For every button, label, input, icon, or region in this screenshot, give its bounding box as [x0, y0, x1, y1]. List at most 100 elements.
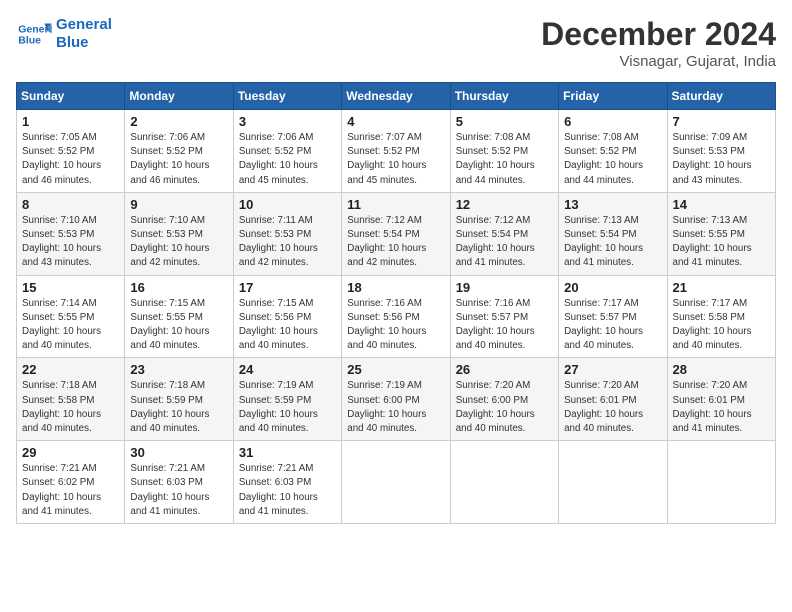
day-number: 5: [456, 114, 553, 129]
day-number: 3: [239, 114, 336, 129]
day-number: 25: [347, 362, 444, 377]
day-info: Sunrise: 7:16 AMSunset: 5:56 PMDaylight:…: [347, 297, 444, 354]
day-info: Sunrise: 7:12 AMSunset: 5:54 PMDaylight:…: [456, 214, 553, 271]
month-title: December 2024: [541, 16, 776, 53]
day-info: Sunrise: 7:12 AMSunset: 5:54 PMDaylight:…: [347, 214, 444, 271]
calendar-cell: 6 Sunrise: 7:08 AMSunset: 5:52 PMDaylight…: [559, 110, 667, 193]
day-info: Sunrise: 7:19 AMSunset: 5:59 PMDaylight:…: [239, 379, 336, 436]
day-number: 28: [673, 362, 770, 377]
calendar-cell: 17 Sunrise: 7:15 AMSunset: 5:56 PMDayligh…: [233, 275, 341, 358]
calendar-cell: 21 Sunrise: 7:17 AMSunset: 5:58 PMDayligh…: [667, 275, 775, 358]
day-number: 8: [22, 197, 119, 212]
day-info: Sunrise: 7:16 AMSunset: 5:57 PMDaylight:…: [456, 297, 553, 354]
calendar-cell: 9Sunrise: 7:10 AMSunset: 5:53 PMDaylight…: [125, 192, 233, 275]
calendar-cell: [450, 441, 558, 524]
calendar-cell: 25 Sunrise: 7:19 AMSunset: 6:00 PMDayligh…: [342, 358, 450, 441]
day-info: Sunrise: 7:15 AMSunset: 5:56 PMDaylight:…: [239, 297, 336, 354]
day-number: 4: [347, 114, 444, 129]
day-info: Sunrise: 7:17 AMSunset: 5:58 PMDaylight:…: [673, 297, 770, 354]
day-number: 23: [130, 362, 227, 377]
weekday-header-friday: Friday: [559, 83, 667, 110]
calendar-cell: 10 Sunrise: 7:11 AMSunset: 5:53 PMDayligh…: [233, 192, 341, 275]
calendar-cell: 28Sunrise: 7:20 AMSunset: 6:01 PMDayligh…: [667, 358, 775, 441]
day-info: Sunrise: 7:13 AMSunset: 5:55 PMDaylight:…: [673, 214, 770, 271]
day-info: Sunrise: 7:21 AMSunset: 6:02 PMDaylight:…: [22, 462, 119, 519]
calendar-cell: 14 Sunrise: 7:13 AMSunset: 5:55 PMDayligh…: [667, 192, 775, 275]
day-number: 24: [239, 362, 336, 377]
calendar: SundayMondayTuesdayWednesdayThursdayFrid…: [16, 82, 776, 524]
day-number: 22: [22, 362, 119, 377]
calendar-cell: [559, 441, 667, 524]
day-info: Sunrise: 7:05 AMSunset: 5:52 PMDaylight:…: [22, 131, 119, 188]
weekday-header-sunday: Sunday: [17, 83, 125, 110]
calendar-cell: 2 Sunrise: 7:06 AMSunset: 5:52 PMDaylight…: [125, 110, 233, 193]
day-number: 14: [673, 197, 770, 212]
calendar-cell: [667, 441, 775, 524]
calendar-cell: [342, 441, 450, 524]
weekday-header-tuesday: Tuesday: [233, 83, 341, 110]
day-number: 11: [347, 197, 444, 212]
calendar-cell: 7Sunrise: 7:09 AMSunset: 5:53 PMDaylight…: [667, 110, 775, 193]
calendar-cell: 26Sunrise: 7:20 AMSunset: 6:00 PMDayligh…: [450, 358, 558, 441]
day-number: 7: [673, 114, 770, 129]
day-number: 6: [564, 114, 661, 129]
day-number: 13: [564, 197, 661, 212]
weekday-header-saturday: Saturday: [667, 83, 775, 110]
day-info: Sunrise: 7:14 AMSunset: 5:55 PMDaylight:…: [22, 297, 119, 354]
calendar-cell: 12 Sunrise: 7:12 AMSunset: 5:54 PMDayligh…: [450, 192, 558, 275]
day-info: Sunrise: 7:19 AMSunset: 6:00 PMDaylight:…: [347, 379, 444, 436]
calendar-cell: 11 Sunrise: 7:12 AMSunset: 5:54 PMDayligh…: [342, 192, 450, 275]
day-number: 21: [673, 280, 770, 295]
page-header: General Blue GeneralBlue December 2024 V…: [16, 16, 776, 70]
day-info: Sunrise: 7:13 AMSunset: 5:54 PMDaylight:…: [564, 214, 661, 271]
calendar-cell: 30 Sunrise: 7:21 AMSunset: 6:03 PMDayligh…: [125, 441, 233, 524]
day-info: Sunrise: 7:11 AMSunset: 5:53 PMDaylight:…: [239, 214, 336, 271]
day-info: Sunrise: 7:18 AMSunset: 5:58 PMDaylight:…: [22, 379, 119, 436]
calendar-cell: 4 Sunrise: 7:07 AMSunset: 5:52 PMDaylight…: [342, 110, 450, 193]
logo-icon: General Blue: [16, 20, 52, 48]
logo-text: GeneralBlue: [56, 16, 112, 52]
calendar-cell: 20Sunrise: 7:17 AMSunset: 5:57 PMDayligh…: [559, 275, 667, 358]
day-info: Sunrise: 7:18 AMSunset: 5:59 PMDaylight:…: [130, 379, 227, 436]
logo: General Blue GeneralBlue: [16, 16, 112, 52]
calendar-cell: 23 Sunrise: 7:18 AMSunset: 5:59 PMDayligh…: [125, 358, 233, 441]
day-number: 19: [456, 280, 553, 295]
day-info: Sunrise: 7:08 AMSunset: 5:52 PMDaylight:…: [456, 131, 553, 188]
calendar-cell: 5 Sunrise: 7:08 AMSunset: 5:52 PMDaylight…: [450, 110, 558, 193]
day-number: 12: [456, 197, 553, 212]
day-number: 18: [347, 280, 444, 295]
calendar-cell: 31 Sunrise: 7:21 AMSunset: 6:03 PMDayligh…: [233, 441, 341, 524]
calendar-cell: 16 Sunrise: 7:15 AMSunset: 5:55 PMDayligh…: [125, 275, 233, 358]
day-number: 26: [456, 362, 553, 377]
calendar-cell: 19 Sunrise: 7:16 AMSunset: 5:57 PMDayligh…: [450, 275, 558, 358]
day-number: 27: [564, 362, 661, 377]
day-number: 29: [22, 445, 119, 460]
weekday-header-thursday: Thursday: [450, 83, 558, 110]
calendar-cell: 18 Sunrise: 7:16 AMSunset: 5:56 PMDayligh…: [342, 275, 450, 358]
location: Visnagar, Gujarat, India: [541, 53, 776, 70]
day-number: 17: [239, 280, 336, 295]
day-info: Sunrise: 7:08 AMSunset: 5:52 PMDaylight:…: [564, 131, 661, 188]
day-info: Sunrise: 7:21 AMSunset: 6:03 PMDaylight:…: [130, 462, 227, 519]
calendar-cell: 13 Sunrise: 7:13 AMSunset: 5:54 PMDayligh…: [559, 192, 667, 275]
title-block: December 2024 Visnagar, Gujarat, India: [541, 16, 776, 70]
day-number: 9: [130, 197, 227, 212]
day-info: Sunrise: 7:21 AMSunset: 6:03 PMDaylight:…: [239, 462, 336, 519]
calendar-cell: 3 Sunrise: 7:06 AMSunset: 5:52 PMDaylight…: [233, 110, 341, 193]
day-info: Sunrise: 7:17 AMSunset: 5:57 PMDaylight:…: [564, 297, 661, 354]
day-number: 2: [130, 114, 227, 129]
calendar-cell: 1 Sunrise: 7:05 AMSunset: 5:52 PMDaylight…: [17, 110, 125, 193]
svg-text:Blue: Blue: [18, 35, 41, 47]
day-info: Sunrise: 7:06 AMSunset: 5:52 PMDaylight:…: [239, 131, 336, 188]
weekday-header-monday: Monday: [125, 83, 233, 110]
calendar-cell: 22 Sunrise: 7:18 AMSunset: 5:58 PMDayligh…: [17, 358, 125, 441]
day-number: 16: [130, 280, 227, 295]
day-number: 30: [130, 445, 227, 460]
day-info: Sunrise: 7:06 AMSunset: 5:52 PMDaylight:…: [130, 131, 227, 188]
day-info: Sunrise: 7:07 AMSunset: 5:52 PMDaylight:…: [347, 131, 444, 188]
calendar-cell: 24 Sunrise: 7:19 AMSunset: 5:59 PMDayligh…: [233, 358, 341, 441]
day-info: Sunrise: 7:15 AMSunset: 5:55 PMDaylight:…: [130, 297, 227, 354]
day-number: 1: [22, 114, 119, 129]
day-number: 10: [239, 197, 336, 212]
day-number: 31: [239, 445, 336, 460]
